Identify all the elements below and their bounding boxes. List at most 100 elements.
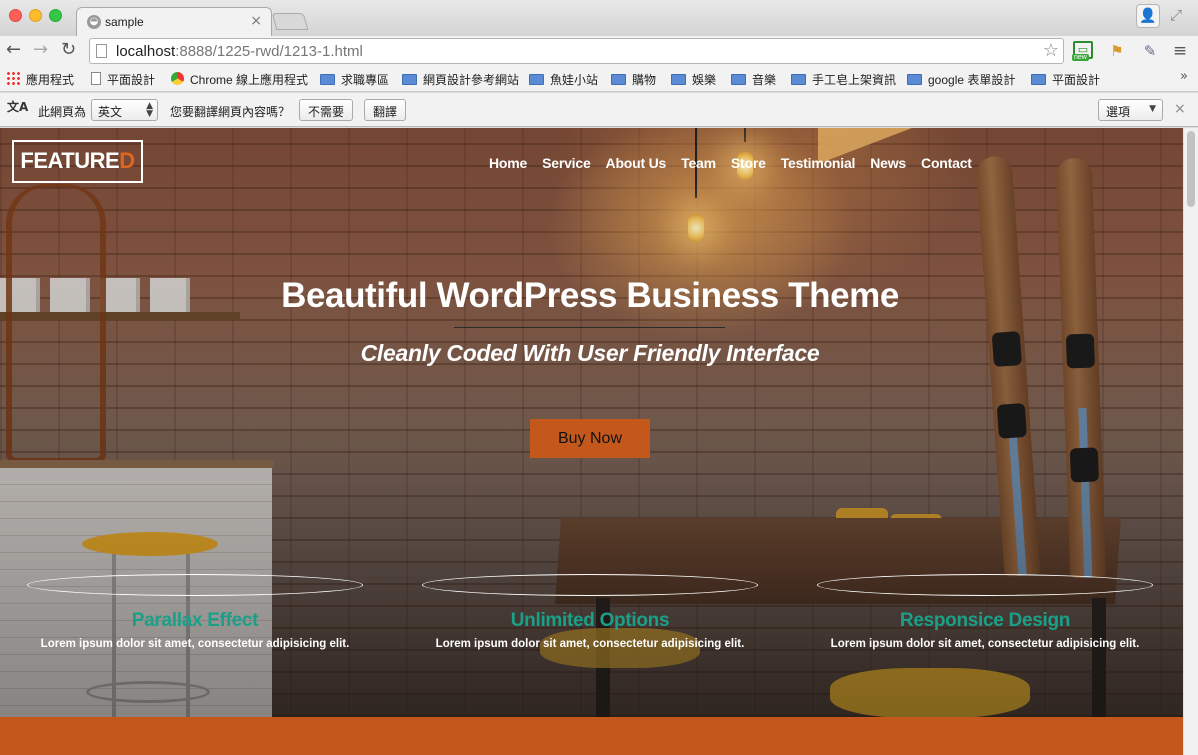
- page-viewport: FEATURED Home Service About Us Team Stor…: [0, 128, 1183, 755]
- logo-text: FEATURE: [20, 148, 120, 173]
- browser-toolbar: ← → ↻ localhost:8888/1225-rwd/1213-1.htm…: [0, 36, 1198, 65]
- language-select[interactable]: 英文 ▲ ▼: [91, 99, 158, 121]
- page-icon: [96, 44, 107, 58]
- bookmarks-bar: 應用程式 平面設計 Chrome 線上應用程式 求職專區 網頁設計參考網站 魚娃…: [0, 65, 1198, 92]
- browser-tab[interactable]: ◒ sample ×: [76, 7, 272, 36]
- page-icon: [91, 72, 101, 85]
- section-band: [0, 717, 1183, 755]
- folder-icon: [611, 74, 626, 85]
- new-badge: new: [1072, 54, 1089, 61]
- nav-team[interactable]: Team: [681, 155, 716, 171]
- buy-now-button[interactable]: Buy Now: [530, 419, 650, 458]
- bookmark-folder[interactable]: google 表單設計: [907, 71, 1015, 88]
- hero-section: FEATURED Home Service About Us Team Stor…: [0, 128, 1183, 738]
- translate-page-is: 此網頁為: [38, 105, 87, 119]
- extension-bolt-icon[interactable]: ⚑: [1107, 41, 1127, 61]
- chrome-icon: [171, 72, 184, 85]
- bookmark-folder[interactable]: 求職專區: [320, 71, 389, 88]
- fullscreen-icon[interactable]: ⤢: [1170, 6, 1182, 24]
- menu-icon[interactable]: ≡: [1170, 41, 1190, 61]
- bookmark-label: 魚娃小站: [550, 73, 599, 87]
- bookmark-folder[interactable]: 平面設計: [1031, 71, 1100, 88]
- bookmark-folder[interactable]: 音樂: [731, 71, 776, 88]
- feature-ring: [27, 574, 363, 596]
- folder-icon: [671, 74, 686, 85]
- nav-news[interactable]: News: [870, 155, 906, 171]
- feature-ring: [422, 574, 758, 596]
- close-icon[interactable]: ×: [1174, 101, 1186, 117]
- window-zoom-button[interactable]: [49, 9, 62, 22]
- bookmark-label: 平面設計: [107, 73, 156, 87]
- folder-icon: [731, 74, 746, 85]
- folder-icon: [529, 74, 544, 85]
- scrollbar-thumb[interactable]: [1187, 131, 1195, 207]
- bookmark-folder[interactable]: 購物: [611, 71, 656, 88]
- bookmark-label: google 表單設計: [928, 73, 1016, 87]
- translate-options-select[interactable]: 選項 ▼: [1098, 99, 1163, 121]
- profile-icon[interactable]: 👤: [1136, 4, 1160, 28]
- nav-service[interactable]: Service: [542, 155, 591, 171]
- language-value: 英文: [98, 105, 123, 119]
- site-icon: ◒: [87, 15, 101, 29]
- feature-ring: [817, 574, 1153, 596]
- tab-close-icon[interactable]: ×: [250, 13, 262, 29]
- url-text[interactable]: localhost:8888/1225-rwd/1213-1.html: [116, 43, 363, 60]
- reload-icon[interactable]: ↻: [61, 39, 76, 60]
- feature-title: Responsice Design: [899, 610, 1071, 631]
- apps-icon: [6, 71, 20, 85]
- address-bar[interactable]: localhost:8888/1225-rwd/1213-1.html ☆: [89, 38, 1064, 64]
- window-minimize-button[interactable]: [29, 9, 42, 22]
- nav-testimonial[interactable]: Testimonial: [781, 155, 856, 171]
- decline-translate-button[interactable]: 不需要: [299, 99, 354, 121]
- url-host: localhost: [116, 43, 176, 60]
- bookmark-folder[interactable]: 娛樂: [671, 71, 716, 88]
- hero-title: Beautiful WordPress Business Theme: [281, 276, 899, 315]
- url-path: :8888/1225-rwd/1213-1.html: [175, 43, 363, 60]
- eyedropper-icon[interactable]: ✎: [1140, 41, 1160, 61]
- bookmark-apps[interactable]: 應用程式: [6, 71, 74, 88]
- chevron-down-icon: ▼: [1149, 104, 1156, 114]
- translate-button[interactable]: 翻譯: [364, 99, 407, 121]
- bookmarks-overflow-icon[interactable]: »: [1180, 69, 1188, 84]
- bookmark-folder[interactable]: 魚娃小站: [529, 71, 598, 88]
- main-nav: Home Service About Us Team Store Testimo…: [489, 155, 987, 171]
- bookmark-folder[interactable]: 手工皂上架資訊: [791, 71, 896, 88]
- translate-question: 您要翻譯網頁內容嗎？: [170, 105, 291, 119]
- page-scrollbar[interactable]: [1183, 128, 1198, 755]
- forward-icon[interactable]: →: [33, 39, 48, 60]
- bookmark-label: 平面設計: [1052, 73, 1101, 87]
- site-logo[interactable]: FEATURED: [12, 140, 143, 183]
- bookmark-label: 娛樂: [692, 73, 717, 87]
- bookmark-label: 購物: [632, 73, 657, 87]
- folder-icon: [791, 74, 806, 85]
- title-bar: ◒ sample × 👤 ⤢: [0, 0, 1198, 36]
- hero-divider: [454, 327, 725, 328]
- feature-text: Lorem ipsum dolor sit amet, consectetur …: [40, 638, 350, 650]
- tab-title: sample: [105, 15, 144, 29]
- select-arrows-icon: ▲ ▼: [146, 101, 153, 119]
- bookmark-item[interactable]: Chrome 線上應用程式: [171, 71, 308, 88]
- nav-about-us[interactable]: About Us: [606, 155, 667, 171]
- feature-title: Unlimited Options: [510, 610, 670, 631]
- bookmark-label: 音樂: [752, 73, 777, 87]
- bookmark-star-icon[interactable]: ☆: [1043, 40, 1059, 61]
- bookmark-item[interactable]: 平面設計: [91, 71, 155, 88]
- folder-icon: [1031, 74, 1046, 85]
- folder-icon: [402, 74, 417, 85]
- new-tab-button[interactable]: [271, 13, 309, 30]
- back-icon[interactable]: ←: [6, 39, 21, 60]
- feature-title: Parallax Effect: [131, 610, 259, 631]
- bookmark-label: 網頁設計參考網站: [423, 73, 520, 87]
- bookmark-folder[interactable]: 網頁設計參考網站: [402, 71, 519, 88]
- options-label: 選項: [1106, 105, 1131, 119]
- bookmark-label: 求職專區: [341, 73, 390, 87]
- bookmark-label: 應用程式: [26, 73, 75, 87]
- bookmark-label: 手工皂上架資訊: [812, 73, 897, 87]
- bookmark-label: Chrome 線上應用程式: [190, 73, 309, 87]
- folder-icon: [320, 74, 335, 85]
- window-close-button[interactable]: [9, 9, 22, 22]
- nav-contact[interactable]: Contact: [921, 155, 972, 171]
- translate-icon: 文A: [7, 100, 29, 114]
- nav-store[interactable]: Store: [731, 155, 766, 171]
- nav-home[interactable]: Home: [489, 155, 527, 171]
